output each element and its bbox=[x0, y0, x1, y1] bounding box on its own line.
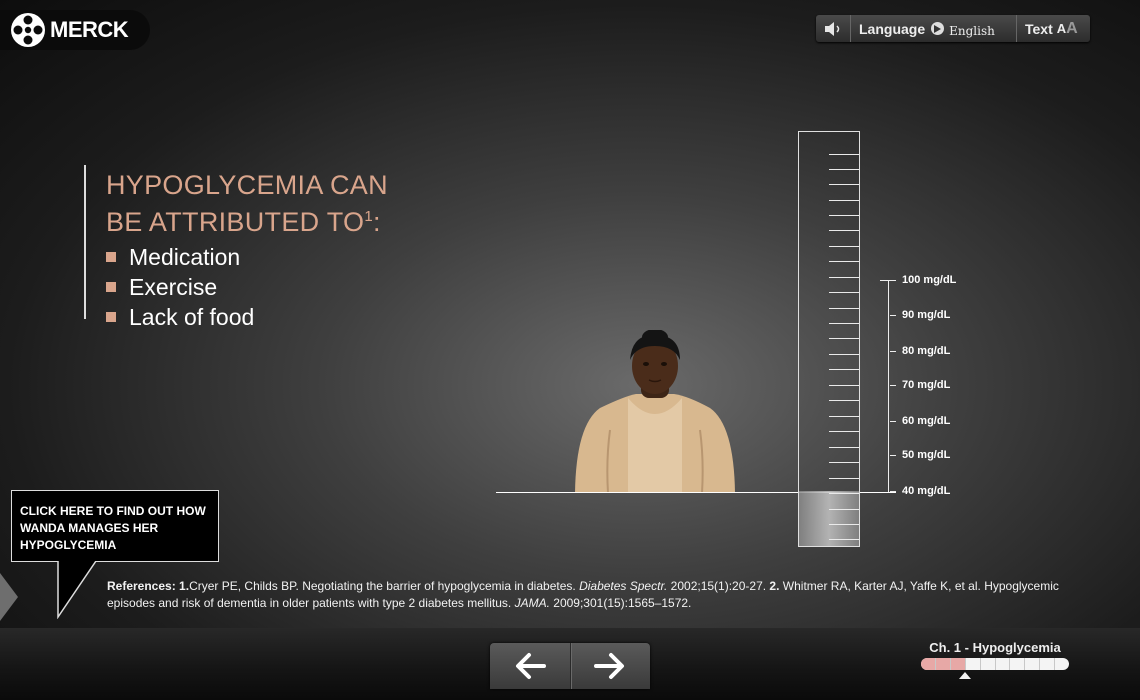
progress-segment[interactable] bbox=[1055, 658, 1069, 670]
merck-logo-icon bbox=[11, 13, 45, 47]
wanda-figure bbox=[575, 330, 735, 493]
gauge-tick bbox=[829, 431, 859, 432]
merck-logo: MERCK bbox=[0, 10, 150, 50]
progress-segment[interactable] bbox=[1025, 658, 1041, 670]
scale-label: 80 mg/dL bbox=[890, 345, 950, 357]
navigation-controls bbox=[490, 643, 650, 689]
gauge-tick bbox=[829, 447, 859, 448]
progress-segment[interactable] bbox=[981, 658, 996, 670]
progress-segment[interactable] bbox=[935, 658, 951, 670]
wanda-callout-button[interactable]: CLICK HERE TO FIND OUT HOW WANDA MANAGES… bbox=[11, 490, 219, 562]
progress-segment[interactable] bbox=[1040, 658, 1056, 670]
scale-label: 40 mg/dL bbox=[890, 485, 950, 497]
glucose-gauge bbox=[798, 131, 860, 547]
progress-segment[interactable] bbox=[966, 658, 981, 670]
gauge-tick bbox=[829, 400, 859, 401]
gauge-tick bbox=[829, 277, 859, 278]
callout-line1: CLICK HERE TO FIND OUT HOW bbox=[20, 504, 206, 518]
gauge-tick bbox=[829, 230, 859, 231]
progress-segment[interactable] bbox=[996, 658, 1011, 670]
callout-line2: WANDA MANAGES HER bbox=[20, 521, 159, 535]
arrow-left-icon bbox=[515, 653, 546, 679]
scale-label: 50 mg/dL bbox=[890, 449, 950, 461]
scale-label: 70 mg/dL bbox=[890, 379, 950, 391]
cause-list: Medication Exercise Lack of food bbox=[106, 242, 388, 332]
previous-edge-arrow-icon[interactable] bbox=[0, 573, 20, 621]
language-label: Language bbox=[859, 20, 926, 37]
gauge-tick bbox=[829, 200, 859, 201]
gauge-tick bbox=[829, 509, 859, 510]
gauge-tick bbox=[829, 261, 859, 262]
language-value: English bbox=[949, 23, 995, 38]
gauge-tick bbox=[829, 539, 859, 540]
callout-tail bbox=[57, 561, 97, 619]
progress-segment[interactable] bbox=[1010, 658, 1026, 670]
back-button[interactable] bbox=[490, 643, 570, 689]
references: References: 1.Cryer PE, Childs BP. Negot… bbox=[107, 579, 1059, 610]
scale-axis bbox=[888, 280, 889, 492]
list-item: Exercise bbox=[106, 272, 388, 302]
progress-segment[interactable] bbox=[921, 658, 936, 670]
headline-block: HYPOGLYCEMIA CAN BE ATTRIBUTED TO1: Medi… bbox=[106, 169, 388, 332]
speaker-icon bbox=[825, 21, 840, 36]
headline-title-line2: BE ATTRIBUTED TO1: bbox=[106, 207, 381, 237]
gauge-tick bbox=[829, 169, 859, 170]
gauge-tick bbox=[829, 292, 859, 293]
bullet-icon bbox=[106, 312, 116, 322]
gauge-tick bbox=[829, 478, 859, 479]
headline-title-line1: HYPOGLYCEMIA CAN bbox=[106, 170, 388, 200]
gauge-tick bbox=[829, 462, 859, 463]
scale-label: 90 mg/dL bbox=[890, 309, 950, 321]
gauge-tick bbox=[829, 493, 859, 494]
headline-title: HYPOGLYCEMIA CAN BE ATTRIBUTED TO1: bbox=[106, 169, 388, 238]
gauge-fill bbox=[799, 491, 859, 546]
progress-marker-icon bbox=[959, 672, 971, 679]
chapter-progress-bar[interactable] bbox=[921, 658, 1069, 670]
gauge-tick bbox=[829, 246, 859, 247]
text-size-small-button[interactable]: A bbox=[1057, 21, 1066, 36]
text-size-label: Text bbox=[1025, 20, 1053, 37]
gauge-tick bbox=[829, 338, 859, 339]
chapter-label: Ch. 1 - Hypoglycemia bbox=[929, 640, 1061, 655]
bullet-icon bbox=[106, 252, 116, 262]
callout-line3: HYPOGLYCEMIA bbox=[20, 538, 117, 552]
reference-superscript: 1 bbox=[364, 208, 374, 225]
gauge-tick bbox=[829, 215, 859, 216]
headline-divider bbox=[84, 165, 86, 319]
progress-segment[interactable] bbox=[950, 658, 966, 670]
arrow-right-icon bbox=[594, 653, 625, 679]
gauge-tick bbox=[829, 524, 859, 525]
gauge-tick bbox=[829, 369, 859, 370]
scale-label: 100 mg/dL bbox=[890, 274, 956, 286]
sound-button[interactable] bbox=[816, 15, 851, 42]
text-size-large-button[interactable]: A bbox=[1066, 20, 1078, 38]
top-toolbar: Language English Text A A bbox=[816, 15, 1090, 42]
forward-button[interactable] bbox=[569, 643, 651, 689]
gauge-tick bbox=[829, 308, 859, 309]
language-selector[interactable]: Language English bbox=[851, 15, 1017, 42]
list-item: Lack of food bbox=[106, 302, 388, 332]
text-size-control[interactable]: Text A A bbox=[1017, 20, 1078, 38]
gauge-tick bbox=[829, 354, 859, 355]
gauge-tick bbox=[829, 323, 859, 324]
logo-text: MERCK bbox=[50, 17, 129, 42]
gauge-tick bbox=[829, 184, 859, 185]
list-item: Medication bbox=[106, 242, 388, 272]
scale-label: 60 mg/dL bbox=[890, 415, 950, 427]
references-label: References: bbox=[107, 579, 176, 593]
bullet-icon bbox=[106, 282, 116, 292]
play-icon bbox=[931, 22, 945, 35]
gauge-tick bbox=[829, 154, 859, 155]
gauge-tick bbox=[829, 416, 859, 417]
gauge-tick bbox=[829, 385, 859, 386]
